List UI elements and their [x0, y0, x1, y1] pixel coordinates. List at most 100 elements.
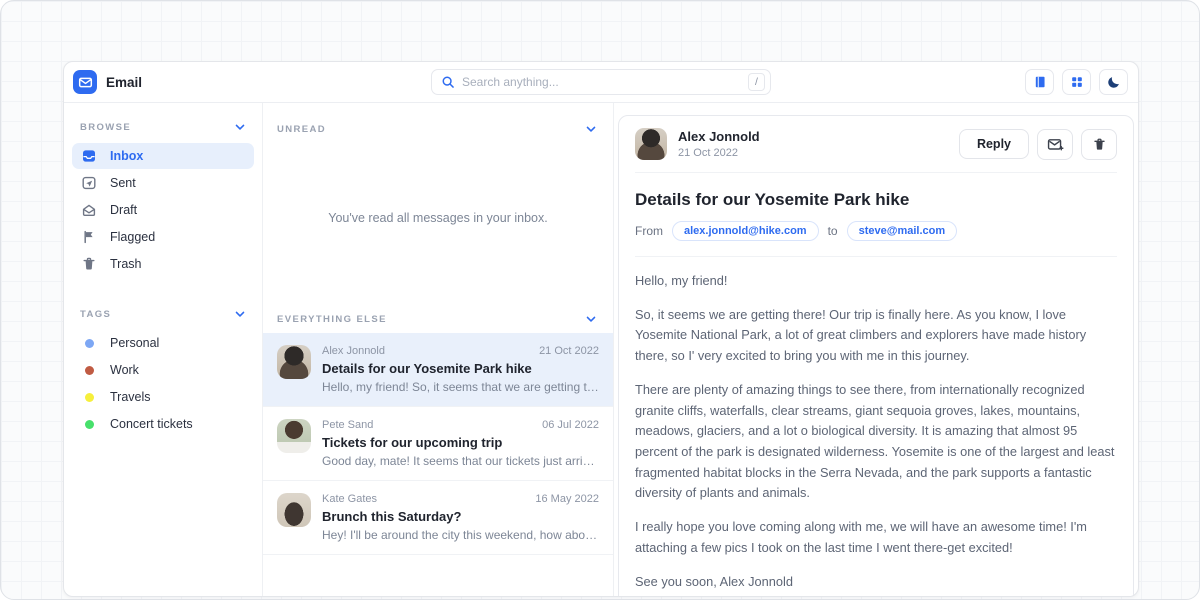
chevron-down-icon[interactable] — [585, 313, 597, 325]
tags-section-title: TAGS — [80, 309, 111, 320]
email-date: 16 May 2022 — [535, 493, 599, 505]
detail-date: 21 Oct 2022 — [678, 147, 760, 159]
sent-icon — [81, 175, 97, 191]
email-list-item[interactable]: Alex Jonnold 21 Oct 2022 Details for our… — [263, 333, 613, 407]
everything-else-section-title: EVERYTHING ELSE — [277, 314, 387, 325]
to-label: to — [828, 224, 838, 238]
tag-item-concert-tickets[interactable]: Concert tickets — [72, 411, 254, 437]
reply-button[interactable]: Reply — [959, 129, 1029, 159]
app-title: Email — [106, 75, 142, 90]
sidebar-item-draft[interactable]: Draft — [72, 197, 254, 223]
page-background: Email / — [0, 0, 1200, 600]
alex-avatar — [635, 128, 667, 160]
detail-sender-block: Alex Jonnold 21 Oct 2022 — [678, 129, 760, 159]
delete-icon — [1092, 137, 1107, 152]
chevron-down-icon[interactable] — [234, 308, 246, 320]
tag-label: Travels — [110, 390, 151, 404]
forward-mail-button[interactable] — [1037, 129, 1073, 160]
body-paragraph: I really hope you love coming along with… — [635, 517, 1117, 558]
from-label: From — [635, 224, 663, 238]
kate-avatar — [277, 493, 311, 527]
email-body: Hello, my friend! So, it seems we are ge… — [635, 257, 1117, 597]
browse-section-header[interactable]: BROWSE — [72, 115, 254, 142]
browse-section-title: BROWSE — [80, 122, 131, 133]
tag-color-dot — [85, 420, 94, 429]
sidebar-item-label: Trash — [110, 257, 142, 271]
tag-label: Work — [110, 363, 139, 377]
sidebar: BROWSE Inbox Sent — [64, 103, 262, 596]
from-email-chip[interactable]: alex.jonnold@hike.com — [672, 221, 819, 241]
everything-else-section-header[interactable]: EVERYTHING ELSE — [263, 293, 613, 333]
email-subject: Tickets for our upcoming trip — [322, 435, 599, 450]
to-email-chip[interactable]: steve@mail.com — [847, 221, 958, 241]
book-icon — [1033, 75, 1047, 89]
brand: Email — [73, 70, 142, 94]
topbar-actions — [1025, 69, 1128, 95]
detail-header: Alex Jonnold 21 Oct 2022 Reply — [635, 116, 1117, 173]
email-subject: Details for our Yosemite Park hike — [322, 361, 599, 376]
email-preview: Hey! I'll be around the city this weeken… — [322, 528, 599, 542]
email-detail-area: Alex Jonnold 21 Oct 2022 Reply — [614, 103, 1138, 596]
chevron-down-icon[interactable] — [234, 121, 246, 133]
unread-section-title: UNREAD — [277, 124, 326, 135]
sidebar-item-trash[interactable]: Trash — [72, 251, 254, 277]
sidebar-item-sent[interactable]: Sent — [72, 170, 254, 196]
from-to-row: From alex.jonnold@hike.com to steve@mail… — [635, 221, 1117, 257]
sidebar-item-label: Draft — [110, 203, 137, 217]
email-logo-icon — [73, 70, 97, 94]
pete-avatar — [277, 419, 311, 453]
main-area: BROWSE Inbox Sent — [64, 103, 1138, 596]
search-bar[interactable]: / — [431, 69, 771, 95]
search-input[interactable] — [462, 75, 741, 89]
detail-actions: Reply — [959, 129, 1117, 160]
unread-empty-message: You've read all messages in your inbox. — [263, 143, 613, 293]
tag-color-dot — [85, 393, 94, 402]
dark-mode-button[interactable] — [1099, 69, 1128, 95]
sidebar-spacer — [72, 278, 254, 302]
chevron-down-icon[interactable] — [585, 123, 597, 135]
email-summary: Kate Gates 16 May 2022 Brunch this Satur… — [322, 493, 599, 542]
sidebar-item-label: Sent — [110, 176, 136, 190]
alex-avatar — [277, 345, 311, 379]
email-date: 06 Jul 2022 — [542, 419, 599, 431]
tag-label: Personal — [110, 336, 159, 350]
email-list-item[interactable]: Kate Gates 16 May 2022 Brunch this Satur… — [263, 481, 613, 555]
email-sender: Alex Jonnold — [322, 345, 385, 357]
inbox-icon — [81, 148, 97, 164]
tag-item-travels[interactable]: Travels — [72, 384, 254, 410]
book-button[interactable] — [1025, 69, 1054, 95]
body-paragraph: See you soon, Alex Jonnold — [635, 572, 1117, 593]
search-shortcut-badge: / — [748, 73, 765, 91]
delete-button[interactable] — [1081, 129, 1117, 160]
apps-button[interactable] — [1062, 69, 1091, 95]
email-summary: Pete Sand 06 Jul 2022 Tickets for our up… — [322, 419, 599, 468]
email-app-window: Email / — [63, 61, 1139, 597]
message-list-column: UNREAD You've read all messages in your … — [262, 103, 614, 596]
body-paragraph: There are plenty of amazing things to se… — [635, 380, 1117, 504]
search-icon — [441, 75, 455, 89]
sidebar-item-label: Inbox — [110, 149, 143, 163]
email-detail-panel: Alex Jonnold 21 Oct 2022 Reply — [618, 115, 1134, 597]
flag-icon — [81, 229, 97, 245]
trash-icon — [81, 256, 97, 272]
email-subject: Brunch this Saturday? — [322, 509, 599, 524]
email-list-item[interactable]: Pete Sand 06 Jul 2022 Tickets for our up… — [263, 407, 613, 481]
unread-section-header[interactable]: UNREAD — [263, 103, 613, 143]
tag-item-work[interactable]: Work — [72, 357, 254, 383]
body-paragraph: Hello, my friend! — [635, 271, 1117, 292]
topbar: Email / — [64, 62, 1138, 103]
draft-icon — [81, 202, 97, 218]
tags-section-header[interactable]: TAGS — [72, 302, 254, 329]
email-summary: Alex Jonnold 21 Oct 2022 Details for our… — [322, 345, 599, 394]
email-sender: Pete Sand — [322, 419, 373, 431]
tag-item-personal[interactable]: Personal — [72, 330, 254, 356]
sidebar-item-flagged[interactable]: Flagged — [72, 224, 254, 250]
tag-label: Concert tickets — [110, 417, 193, 431]
sidebar-item-inbox[interactable]: Inbox — [72, 143, 254, 169]
body-paragraph: So, it seems we are getting there! Our t… — [635, 305, 1117, 367]
detail-subject: Details for our Yosemite Park hike — [635, 190, 1117, 210]
email-sender: Kate Gates — [322, 493, 377, 505]
forward-mail-icon — [1047, 137, 1064, 152]
tag-color-dot — [85, 366, 94, 375]
detail-sender-name: Alex Jonnold — [678, 129, 760, 144]
